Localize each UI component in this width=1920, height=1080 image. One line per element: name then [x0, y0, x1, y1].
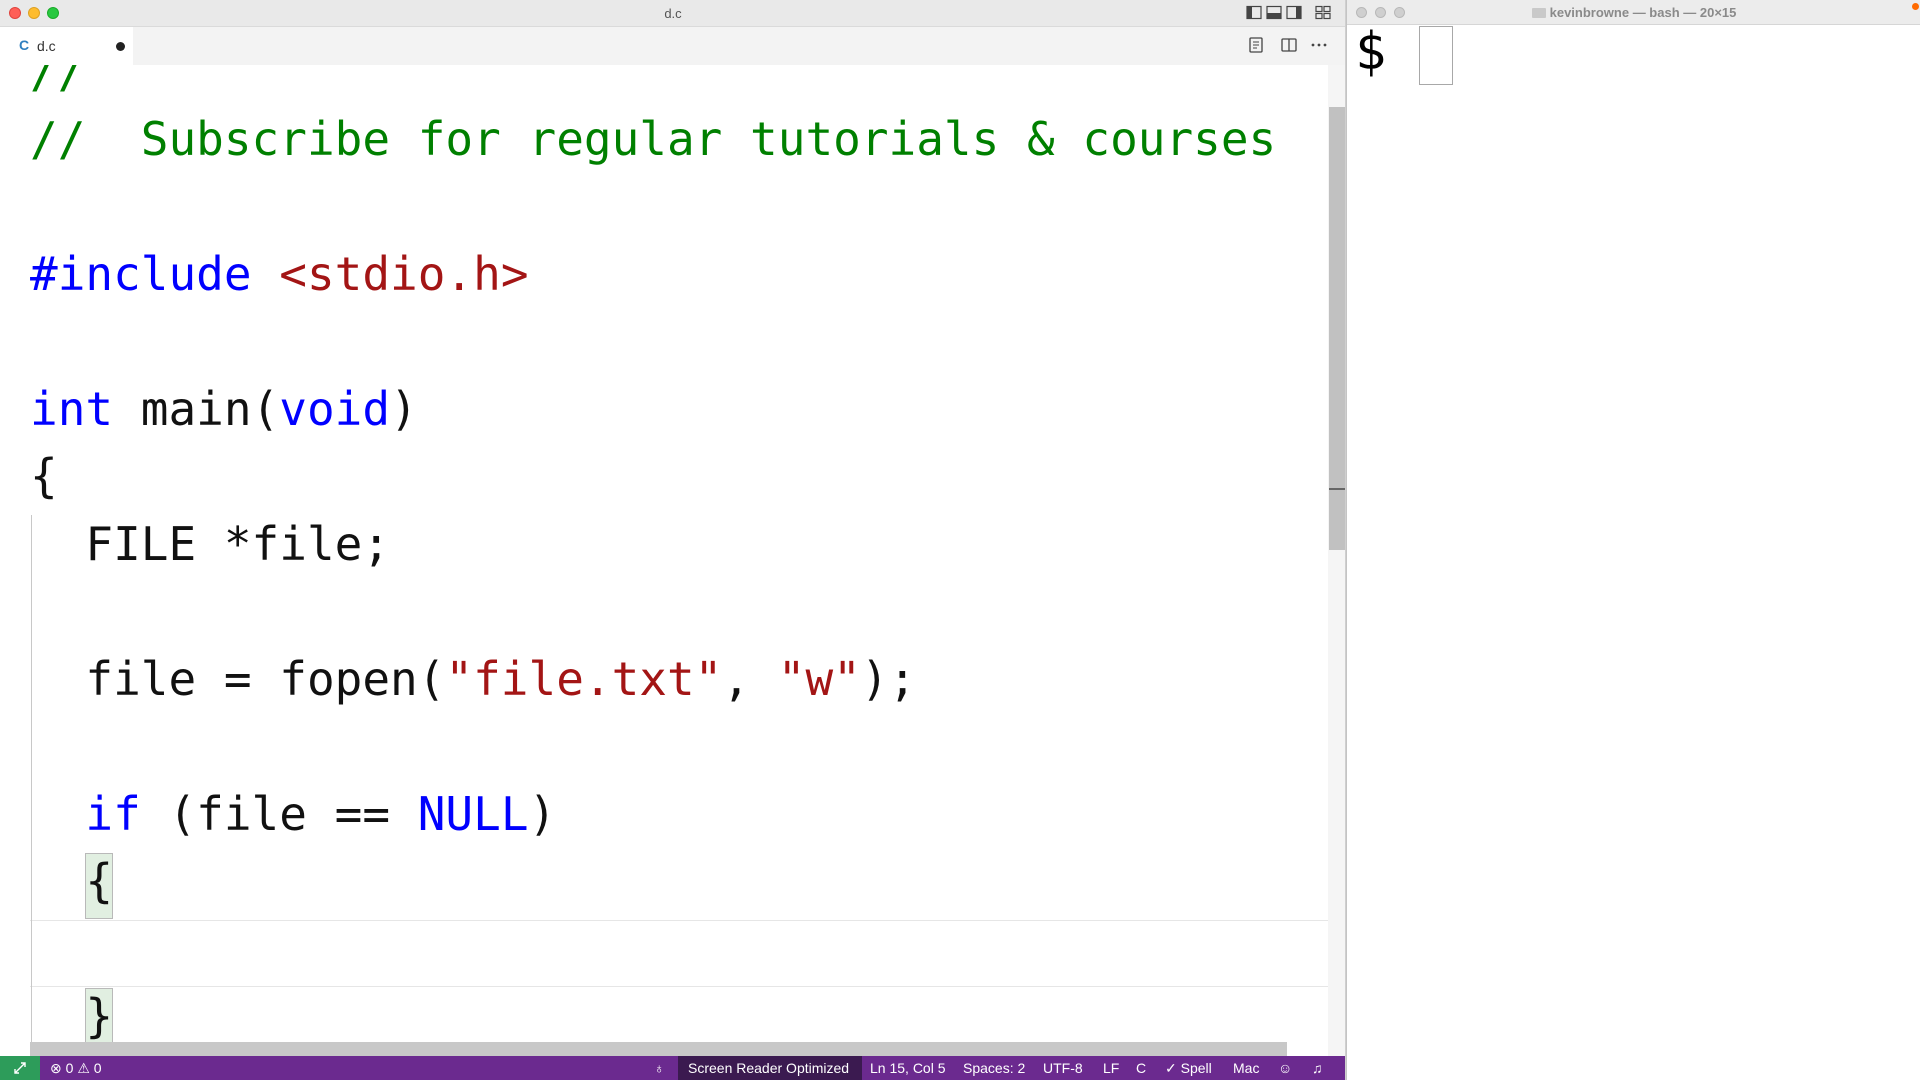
- code-token: // Subscribe for regular tutorials & cou…: [30, 112, 1277, 166]
- code-line[interactable]: {: [30, 853, 113, 909]
- check-icon: ✓: [1165, 1060, 1177, 1076]
- indentation-button[interactable]: Spaces: 2: [963, 1060, 1025, 1076]
- code-token: void: [279, 382, 391, 436]
- code-token: file = fopen(: [30, 652, 446, 706]
- customize-layout-icon[interactable]: [1315, 5, 1331, 20]
- error-icon: ⊗: [50, 1060, 62, 1076]
- vertical-scrollbar-thumb[interactable]: [1329, 107, 1345, 550]
- split-editor-icon[interactable]: [1280, 36, 1300, 56]
- code-token: }: [30, 989, 114, 1043]
- spell-label: Spell: [1180, 1060, 1212, 1076]
- code-line[interactable]: int main(void): [30, 381, 418, 437]
- code-token: NULL: [417, 787, 529, 841]
- code-line[interactable]: {: [30, 448, 58, 504]
- terminal-window[interactable]: kevinbrowne — bash — 20×15 $: [1346, 0, 1920, 1080]
- terminal-title-text: kevinbrowne — bash — 20×15: [1549, 5, 1737, 20]
- language-mode-button[interactable]: C: [1136, 1060, 1146, 1076]
- code-token: FILE *file;: [30, 517, 391, 571]
- warning-icon: ⚠: [77, 1060, 90, 1076]
- code-token: (file ==: [140, 787, 418, 841]
- toggle-primary-sidebar-icon[interactable]: [1246, 5, 1262, 20]
- code-token: {: [30, 854, 114, 908]
- unsaved-dot-icon[interactable]: [116, 42, 125, 51]
- code-token: <stdio.h>: [279, 247, 529, 301]
- terminal-cursor: [1419, 26, 1453, 85]
- feedback-icon[interactable]: ☺: [1278, 1060, 1292, 1076]
- terminal-title: kevinbrowne — bash — 20×15: [1347, 5, 1920, 20]
- spell-button[interactable]: ✓ Spell: [1165, 1060, 1212, 1077]
- code-token: //: [30, 65, 86, 98]
- terminal-title-bar: kevinbrowne — bash — 20×15: [1347, 0, 1920, 25]
- code-line[interactable]: FILE *file;: [30, 516, 390, 572]
- indent-guide: [31, 515, 32, 1055]
- keymap-button[interactable]: Mac: [1233, 1060, 1259, 1076]
- toggle-secondary-sidebar-icon[interactable]: [1286, 5, 1302, 20]
- scrollbar-cursor-marker: [1329, 488, 1345, 490]
- code-token: if: [85, 787, 141, 841]
- folder-icon: [1531, 8, 1546, 18]
- code-line[interactable]: if (file == NULL): [30, 786, 556, 842]
- warning-count: 0: [93, 1060, 102, 1076]
- toggle-panel-icon[interactable]: [1266, 5, 1282, 20]
- code-token: "file.txt": [445, 652, 723, 706]
- code-line[interactable]: // Subscribe for regular tutorials & cou…: [30, 111, 1276, 167]
- c-language-icon: C: [19, 37, 30, 53]
- code-line[interactable]: //: [30, 65, 85, 99]
- encoding-button[interactable]: UTF-8: [1043, 1060, 1083, 1076]
- code-token: #include: [30, 247, 252, 301]
- code-editor[interactable]: // // Subscribe for regular tutorials & c…: [0, 65, 1345, 1065]
- code-token: ): [528, 787, 557, 841]
- screen-reader-mode-button[interactable]: Screen Reader Optimized: [678, 1056, 862, 1080]
- open-preview-icon[interactable]: [1247, 36, 1267, 56]
- vscode-window: d.c C d.c //// Subscribe for regular tut…: [0, 0, 1346, 1080]
- problems-indicator[interactable]: ⊗ 0 ⚠ 0: [50, 1060, 102, 1077]
- code-token: ): [390, 382, 418, 436]
- notifications-bell-icon[interactable]: ♫: [1312, 1060, 1323, 1076]
- horizontal-scrollbar-thumb[interactable]: [30, 1042, 1287, 1056]
- screen-reader-label: Screen Reader Optimized: [688, 1060, 850, 1076]
- tab-d-c[interactable]: C d.c: [0, 27, 133, 65]
- error-count: 0: [65, 1060, 74, 1076]
- code-token: main(: [113, 382, 280, 436]
- code-line[interactable]: #include <stdio.h>: [30, 246, 529, 302]
- code-token: int: [30, 382, 114, 436]
- notification-badge: [1912, 3, 1919, 10]
- copilot-icon[interactable]: ♁: [654, 1060, 665, 1076]
- shell-prompt: $: [1355, 22, 1387, 82]
- title-bar: d.c: [0, 0, 1345, 27]
- remote-indicator-button[interactable]: [0, 1056, 40, 1080]
- status-bar: ⊗ 0 ⚠ 0 ♁ Screen Reader Optimized Ln 15,…: [0, 1056, 1345, 1080]
- cursor-position-button[interactable]: Ln 15, Col 5: [870, 1060, 946, 1076]
- more-actions-icon[interactable]: [1310, 36, 1330, 56]
- code-token: );: [860, 652, 917, 706]
- code-token: "w": [777, 652, 861, 706]
- window-title: d.c: [664, 6, 682, 21]
- tab-label: d.c: [37, 38, 56, 54]
- current-line-highlight: [30, 920, 1345, 987]
- code-token: ,: [722, 652, 778, 706]
- eol-button[interactable]: LF: [1103, 1060, 1119, 1076]
- tab-bar: C d.c: [0, 27, 1345, 65]
- code-line[interactable]: file = fopen("file.txt", "w");: [30, 651, 916, 707]
- code-token: {: [30, 449, 58, 503]
- code-line[interactable]: }: [30, 988, 113, 1044]
